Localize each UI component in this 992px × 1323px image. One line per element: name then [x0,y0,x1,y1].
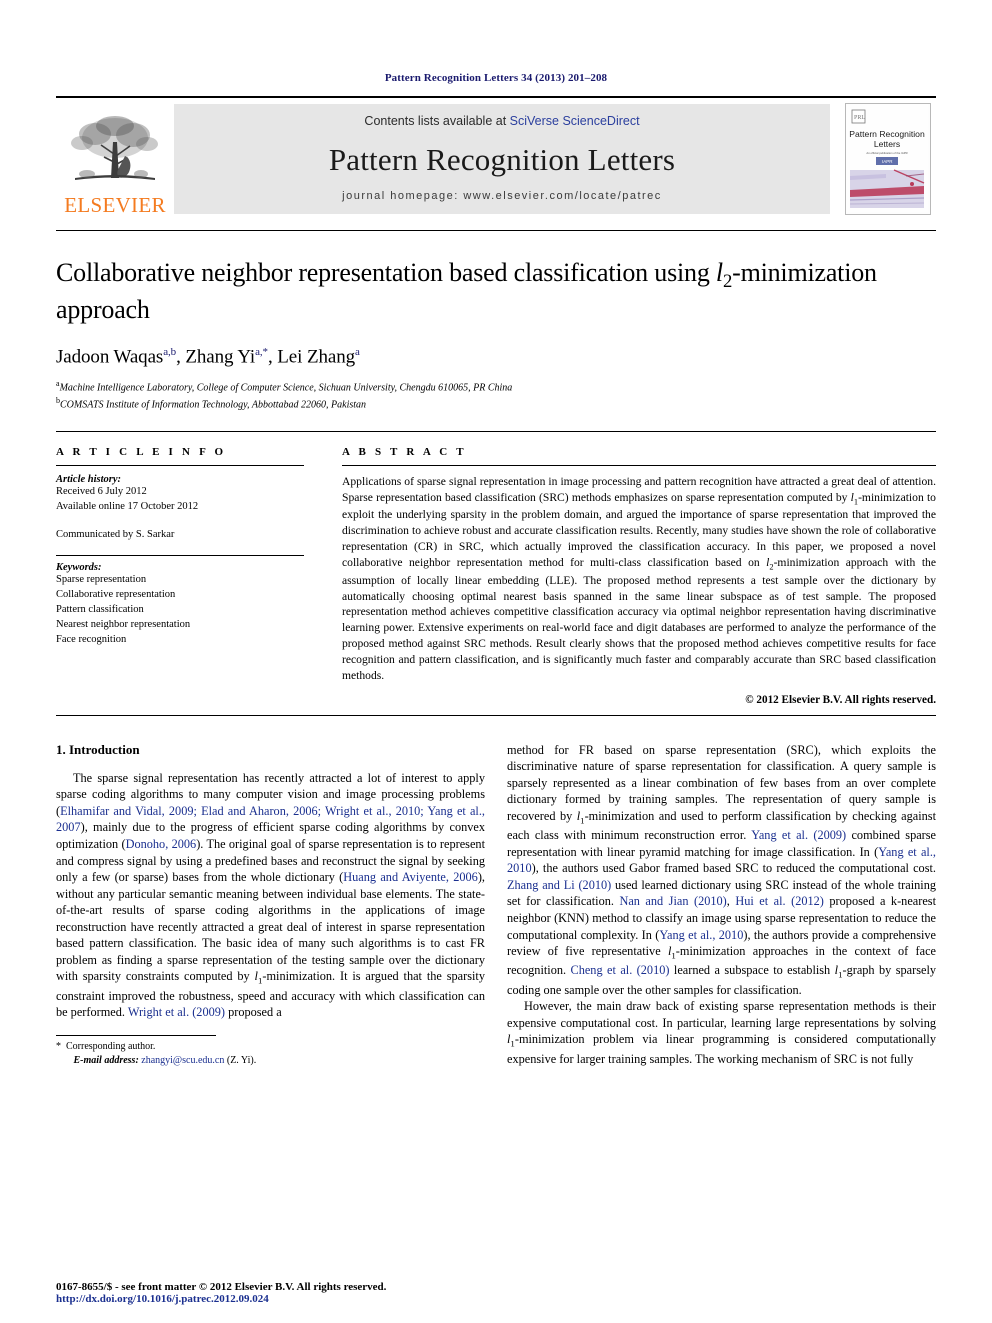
keyword-item: Pattern classification [56,604,144,616]
svg-text:IAPR: IAPR [882,159,893,164]
body-columns: 1. Introduction The sparse signal repres… [56,742,936,1069]
cover-frame: PRL Pattern Recognition Letters An offic… [845,103,931,215]
copyright-line: © 2012 Elsevier B.V. All rights reserved… [745,693,936,706]
svg-text:Letters: Letters [874,139,900,149]
elsevier-tree-icon [71,116,158,180]
issn-copyright-line: 0167-8655/$ - see front matter © 2012 El… [56,1281,387,1293]
received-date: Received 6 July 2012 [56,485,147,497]
citation-link[interactable]: Wright et al. (2009) [128,1005,225,1019]
article-info-column: A R T I C L E I N F O Article history: R… [56,446,324,706]
section-heading-introduction: 1. Introduction [56,741,140,757]
affiliation-b: bCOMSATS Institute of Information Techno… [56,395,936,412]
elsevier-wordmark: ELSEVIER [64,193,166,217]
keywords-rule [56,555,304,557]
footnote-rule [56,1034,216,1036]
available-online-date: Available online 17 October 2012 [56,500,199,512]
article-info-heading: A R T I C L E I N F O [56,445,227,458]
email-label: E-mail address: [73,1055,139,1067]
journal-cover-thumbnail: PRL Pattern Recognition Letters An offic… [840,98,936,220]
asterisk-marker: * [56,1040,61,1052]
meta-spacer [56,515,304,528]
journal-title: Pattern Recognition Letters [328,142,676,177]
journal-band: Contents lists available at SciVerse Sci… [174,104,830,214]
article-title: Collaborative neighbor representation ba… [56,257,936,326]
citation-link[interactable]: Donoho, 2006 [126,837,197,851]
author-list: Jadoon Waqasa,b, Zhang Yia,*, Lei Zhanga [56,345,360,368]
keywords-label: Keywords: [56,562,102,574]
title-top-rule [56,230,936,231]
affiliation-a: aMachine Intelligence Laboratory, Colleg… [56,378,936,395]
keyword-item: Sparse representation [56,574,147,586]
citation-link[interactable]: Hui et al. (2012) [735,894,824,908]
running-head: Pattern Recognition Letters 34 (2013) 20… [384,72,608,84]
title-subscript: 2 [722,271,733,293]
affiliation-b-text: COMSATS Institute of Information Technol… [60,399,367,411]
svg-text:PRL: PRL [854,115,865,121]
author-2-affil-marker: a,* [255,345,268,358]
cover-artwork-icon: PRL Pattern Recognition Letters An offic… [846,104,928,212]
abstract-heading: A B S T R A C T [342,445,467,458]
elsevier-logo: ELSEVIER [56,98,174,220]
affiliations: aMachine Intelligence Laboratory, Colleg… [56,378,936,413]
author-2: Zhang Yi [185,346,256,368]
keyword-item: Face recognition [56,634,127,646]
affiliation-a-text: Machine Intelligence Laboratory, College… [59,382,513,394]
title-math-l: l [715,258,723,287]
abstract-seg-3: -minimization approach with the assumpti… [342,555,936,682]
abstract-rule [342,464,936,466]
citation-link[interactable]: Cheng et al. (2010) [571,963,670,977]
citation-link[interactable]: Yang et al., 2010 [659,928,743,942]
citation-link[interactable]: Zhang and Li (2010) [507,878,611,892]
author-1-affil-marker: a,b [163,345,177,358]
email-link[interactable]: zhangyi@scu.edu.cn [141,1055,224,1066]
author-3-affil-marker: a [355,345,360,358]
abstract-seg-1: Applications of sparse signal representa… [342,474,936,504]
contents-available-line: Contents lists available at SciVerse Sci… [364,114,639,128]
journal-masthead: ELSEVIER Contents lists available at Sci… [56,96,936,220]
intro-paragraph-right-1: method for FR based on sparse representa… [507,742,936,998]
right-seg-d: ), the authors used Gabor framed based S… [531,861,936,876]
contents-prefix: Contents lists available at [364,114,510,128]
journal-homepage-link[interactable]: journal homepage: www.elsevier.com/locat… [342,190,662,202]
communicated-by: Communicated by S. Sarkar [56,528,175,540]
intro-paragraph-left: The sparse signal representation has rec… [56,770,485,1021]
keyword-item: Collaborative representation [56,589,176,601]
keyword-item: Nearest neighbor representation [56,619,191,631]
doi-link[interactable]: http://dx.doi.org/10.1016/j.patrec.2012.… [56,1293,486,1305]
body-right-column: method for FR based on sparse representa… [507,742,936,1069]
citation-link[interactable]: Nan and Jian (2010) [619,894,726,908]
abstract-text: Applications of sparse signal representa… [342,474,936,684]
citation-link[interactable]: Huang and Aviyente, 2006 [343,870,478,884]
abstract-bottom-rule [56,714,936,716]
body-left-column: 1. Introduction The sparse signal repres… [56,742,485,1069]
info-top-rule [56,430,936,432]
sciencedirect-link[interactable]: SciVerse ScienceDirect [510,114,640,128]
right-seg-j: learned a subspace to establish [669,963,835,978]
abstract-column: A B S T R A C T Applications of sparse s… [324,446,936,706]
left-seg-d: ), without any particular semantic meani… [56,870,485,984]
right-p2-seg-b: -minimization problem via linear program… [507,1032,936,1066]
page-footer: 0167-8655/$ - see front matter © 2012 El… [56,1281,486,1305]
email-attribution: (Z. Yi). [226,1055,257,1067]
article-history-label: Article history: [56,473,122,485]
info-abstract-row: A R T I C L E I N F O Article history: R… [56,446,936,706]
right-p2-seg-a: However, the main draw back of existing … [507,999,936,1030]
corresponding-author-note: * Corresponding author. E-mail address: … [56,1040,485,1069]
corresponding-author-text: Corresponding author. [66,1040,156,1052]
left-seg-f: proposed a [225,1005,282,1020]
paper-page: Pattern Recognition Letters 34 (2013) 20… [0,0,992,1323]
svg-text:An official publication of the: An official publication of the IAPR [866,151,907,155]
author-1: Jadoon Waqas [56,346,164,368]
svg-text:Pattern Recognition: Pattern Recognition [849,129,925,139]
author-3: Lei Zhang [277,346,355,368]
article-info-rule [56,464,304,466]
title-part-1: Collaborative neighbor representation ba… [56,258,716,287]
citation-link[interactable]: Yang et al. (2009) [751,828,846,842]
intro-paragraph-right-2: However, the main draw back of existing … [507,998,936,1067]
